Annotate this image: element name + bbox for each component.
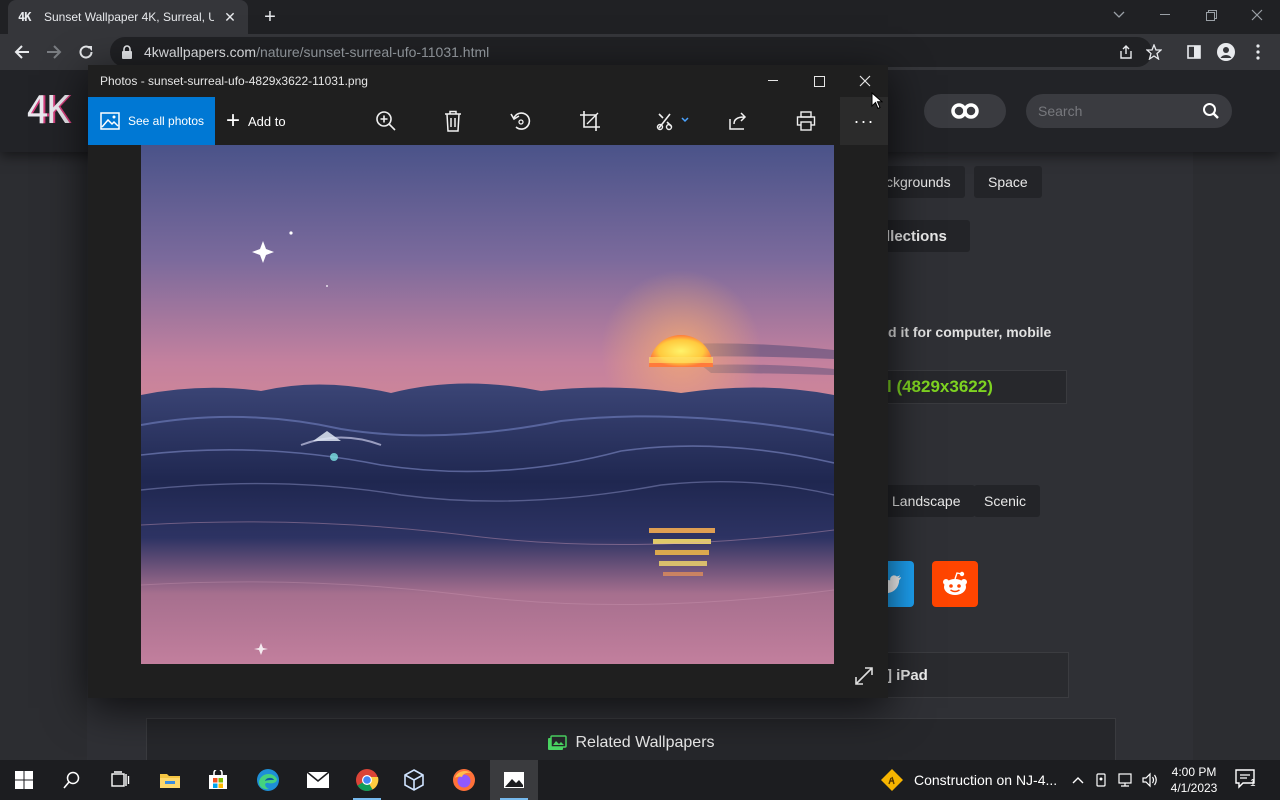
site-search-input[interactable] (1038, 103, 1198, 119)
mouse-cursor-icon (871, 92, 883, 110)
wallpaper-description: d it for computer, mobile (888, 324, 1052, 340)
close-window-button[interactable] (1234, 0, 1280, 30)
traffic-warning-icon (881, 769, 903, 791)
restore-button[interactable] (1188, 0, 1234, 30)
photos-titlebar: Photos - sunset-surreal-ufo-4829x3622-11… (88, 65, 888, 97)
crop-icon[interactable] (568, 97, 612, 145)
tag-backgrounds[interactable]: ckgrounds (880, 166, 965, 198)
zoom-in-icon[interactable] (364, 97, 408, 145)
edge-icon[interactable] (244, 760, 292, 800)
reload-button[interactable] (72, 38, 100, 66)
share-icon[interactable] (1118, 44, 1134, 60)
plus-icon: + (226, 107, 241, 134)
minimize-button[interactable] (1142, 0, 1188, 30)
system-clock[interactable]: 4:00 PM 4/1/2023 (1164, 764, 1224, 796)
photos-toolbar: See all photos + Add to ··· (88, 97, 888, 145)
meet-now-icon[interactable] (1092, 770, 1112, 790)
fullscreen-icon[interactable] (850, 662, 878, 690)
clock-time: 4:00 PM (1171, 765, 1217, 779)
chrome-icon[interactable] (343, 760, 391, 800)
see-all-photos-label: See all photos (128, 114, 205, 128)
theme-toggle[interactable] (924, 94, 1006, 128)
back-button[interactable] (8, 38, 36, 66)
tab-search-icon[interactable] (1096, 0, 1142, 30)
file-explorer-icon[interactable] (146, 760, 194, 800)
forward-button[interactable] (40, 38, 68, 66)
site-search (1026, 94, 1232, 128)
photos-taskbar-icon[interactable] (490, 760, 538, 800)
tag-landscape[interactable]: Landscape (880, 485, 975, 517)
url-host: 4kwallpapers.com (144, 44, 257, 60)
related-wallpapers-header: Related Wallpapers (146, 718, 1116, 760)
search-icon[interactable] (48, 760, 96, 800)
firefox-icon[interactable] (440, 760, 488, 800)
address-bar[interactable]: 4kwallpapers.com/nature/sunset-surreal-u… (110, 37, 1152, 67)
new-tab-button[interactable]: + (258, 6, 282, 30)
add-to-label: Add to (248, 113, 286, 129)
microsoft-store-icon[interactable] (194, 760, 242, 800)
download-original-button[interactable]: l (4829x3622) (878, 370, 1067, 404)
delete-icon[interactable] (431, 97, 475, 145)
print-icon[interactable] (784, 97, 828, 145)
photo-icon (100, 112, 120, 130)
lock-icon (122, 45, 132, 59)
photos-maximize-button[interactable] (796, 65, 842, 97)
profile-avatar[interactable] (1212, 38, 1240, 66)
windows-taskbar: Construction on NJ-4... 4:00 PM 4/1/2023… (0, 760, 1280, 800)
ipad-download-button[interactable]: ] iPad (878, 652, 1069, 698)
collections-button[interactable]: llections (880, 220, 970, 252)
tag-scenic[interactable]: Scenic (974, 485, 1041, 517)
bookmark-star-icon[interactable] (1140, 38, 1168, 66)
start-button[interactable] (0, 760, 48, 800)
url-path: /nature/sunset-surreal-ufo-11031.html (256, 44, 490, 60)
rotate-icon[interactable] (499, 97, 543, 145)
related-wallpapers-label: Related Wallpapers (575, 734, 715, 751)
browser-tab-strip: 4K Sunset Wallpaper 4K, Surreal, UFO ✕ + (0, 0, 1280, 34)
add-to-button[interactable]: + Add to (226, 97, 286, 145)
photos-window-title: Photos - sunset-surreal-ufo-4829x3622-11… (100, 74, 368, 88)
search-icon[interactable] (1202, 102, 1220, 120)
browser-tab[interactable]: 4K Sunset Wallpaper 4K, Surreal, UFO ✕ (8, 0, 248, 34)
share-icon[interactable] (716, 97, 760, 145)
notification-count: 1 (1250, 778, 1256, 789)
see-all-photos-button[interactable]: See all photos (88, 97, 215, 145)
photos-app-window: Photos - sunset-surreal-ufo-4829x3622-11… (88, 65, 888, 698)
mail-icon[interactable] (294, 760, 342, 800)
photo-image[interactable] (141, 145, 834, 664)
weather-text: Construction on NJ-4... (914, 772, 1058, 788)
reddit-share-icon[interactable] (932, 561, 978, 607)
tab-close-icon[interactable]: ✕ (222, 9, 238, 26)
notification-center-icon[interactable]: 1 (1234, 768, 1260, 792)
weather-widget[interactable]: Construction on NJ-4... (880, 760, 1057, 800)
edit-create-icon[interactable] (648, 97, 696, 145)
tag-space[interactable]: Space (974, 166, 1042, 198)
network-icon[interactable] (1116, 770, 1136, 790)
photos-minimize-button[interactable] (750, 65, 796, 97)
menu-kebab-icon[interactable] (1244, 38, 1272, 66)
site-favicon-icon: 4K (18, 10, 31, 24)
task-view-icon[interactable] (96, 760, 144, 800)
show-hidden-icons-chevron-icon[interactable] (1068, 770, 1088, 790)
images-icon (548, 735, 568, 750)
virtualbox-cube-icon[interactable] (390, 760, 438, 800)
tab-title: Sunset Wallpaper 4K, Surreal, UFO (44, 10, 214, 24)
clock-date: 4/1/2023 (1170, 781, 1218, 795)
volume-icon[interactable] (1140, 770, 1160, 790)
side-panel-icon[interactable] (1180, 38, 1208, 66)
